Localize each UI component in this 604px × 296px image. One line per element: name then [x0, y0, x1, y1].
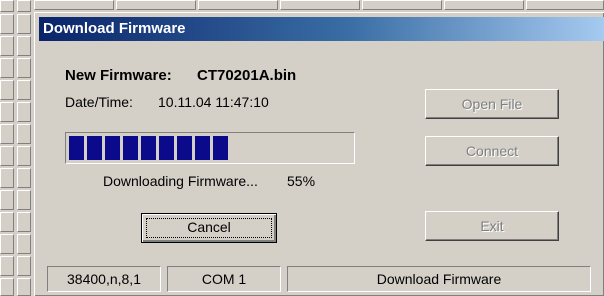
status-bar: 38400,n,8,1 COM 1 Download Firmware [43, 266, 599, 292]
open-file-button-label: Open File [461, 96, 523, 112]
status-com-port: COM 1 [167, 266, 281, 292]
grid-cell [17, 36, 31, 56]
dialog-title: Download Firmware [43, 20, 186, 37]
grid-cell [17, 234, 31, 254]
grid-cell [0, 14, 14, 34]
dialog-title-bar[interactable]: Download Firmware [39, 17, 604, 41]
status-port-settings: 38400,n,8,1 [47, 266, 161, 292]
grid-cell [17, 278, 31, 296]
grid-cell [17, 146, 31, 166]
grid-cell [0, 0, 14, 12]
grid-cell [0, 234, 14, 254]
grid-cell [280, 0, 360, 10]
new-firmware-label: New Firmware: [65, 67, 172, 84]
exit-button-label: Exit [480, 218, 504, 234]
grid-cell [34, 0, 114, 10]
exit-button[interactable]: Exit [425, 211, 559, 241]
datetime-value: 10.11.04 11:47:10 [158, 94, 269, 110]
grid-cell [444, 0, 524, 10]
grid-cell [17, 212, 31, 232]
progress-block [105, 136, 120, 160]
grid-cell [17, 190, 31, 210]
grid-cell [17, 80, 31, 100]
grid-cell [17, 124, 31, 144]
grid-cell [198, 0, 278, 10]
grid-cell [526, 0, 604, 10]
grid-cell [0, 36, 14, 56]
grid-cell [0, 212, 14, 232]
grid-cell [17, 14, 31, 34]
progress-block [195, 136, 210, 160]
grid-cell [0, 102, 14, 122]
grid-cell [17, 58, 31, 78]
grid-cell [17, 102, 31, 122]
grid-cell [116, 0, 196, 10]
grid-cell [0, 278, 14, 296]
download-firmware-dialog: Download Firmware New Firmware: CT70201A… [34, 12, 604, 296]
grid-cell [362, 0, 442, 10]
progress-block [87, 136, 102, 160]
progress-block [159, 136, 174, 160]
download-progress-bar [65, 132, 355, 164]
datetime-label: Date/Time: [65, 94, 133, 110]
progress-block [177, 136, 192, 160]
grid-cell [0, 80, 14, 100]
grid-cell [17, 168, 31, 188]
connect-button[interactable]: Connect [425, 136, 559, 166]
progress-block [69, 136, 84, 160]
progress-block [213, 136, 228, 160]
cancel-button[interactable]: Cancel [141, 213, 277, 243]
grid-cell [0, 146, 14, 166]
status-mode: Download Firmware [287, 266, 591, 292]
connect-button-label: Connect [465, 143, 519, 159]
cancel-button-label: Cancel [187, 219, 231, 235]
grid-cell [0, 256, 14, 276]
open-file-button[interactable]: Open File [425, 89, 559, 119]
firmware-filename: CT70201A.bin [197, 67, 297, 84]
grid-cell [0, 58, 14, 78]
grid-cell [0, 124, 14, 144]
grid-cell [0, 190, 14, 210]
progress-percent-text: 55% [287, 173, 316, 189]
grid-cell [17, 256, 31, 276]
grid-cell [0, 168, 14, 188]
progress-status-text: Downloading Firmware... [103, 173, 258, 189]
grid-cell [17, 0, 31, 12]
progress-block [141, 136, 156, 160]
progress-block [123, 136, 138, 160]
